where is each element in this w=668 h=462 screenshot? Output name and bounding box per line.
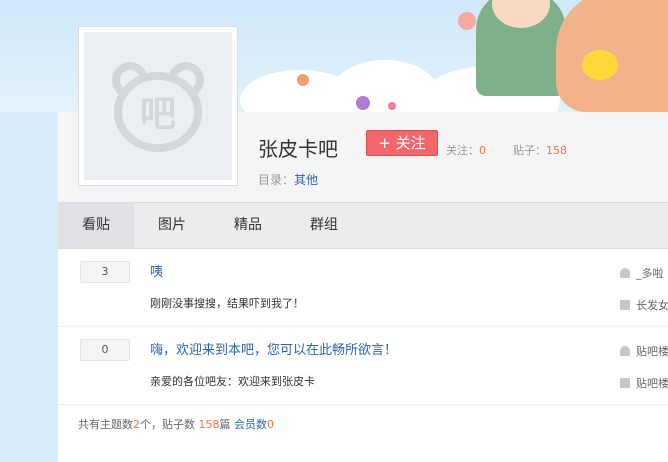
thread-row[interactable]: 0 嗨，欢迎来到本吧，您可以在此畅所欲言！ 亲爱的各位吧友：欢迎来到张皮卡 贴吧…: [58, 327, 668, 405]
tab-posts[interactable]: 看贴: [58, 203, 134, 248]
forum-summary: 共有主题数2个，贴子数 158篇 会员数0: [78, 416, 274, 432]
bear-logo-icon: 吧: [112, 62, 204, 152]
summary-prefix: 共有主题数: [78, 418, 133, 431]
rubber-duck-decoration: [582, 50, 618, 80]
tab-featured[interactable]: 精品: [210, 203, 286, 248]
thread-excerpt: 亲爱的各位吧友：欢迎来到张皮卡: [150, 375, 315, 388]
thread-title[interactable]: 嗨，欢迎来到本吧，您可以在此畅所欲言！: [150, 339, 397, 358]
posts-count: 158: [546, 144, 567, 157]
thread-excerpt: 刚刚没事搜搜，结果吓到我了！: [150, 297, 304, 310]
author-name: _多啦: [636, 267, 664, 280]
followers-stat: 关注：0: [446, 142, 486, 158]
thread-last-reply[interactable]: 长发女: [620, 297, 668, 313]
posts-stat: 贴子：158: [513, 142, 567, 158]
members-label[interactable]: 会员数: [234, 418, 267, 431]
tab-bar: 看贴 图片 精品 群组: [58, 202, 668, 249]
followers-label: 关注：: [446, 144, 479, 157]
post-count: 158: [198, 418, 220, 431]
tab-images[interactable]: 图片: [134, 203, 210, 248]
forum-avatar-frame[interactable]: 吧: [78, 26, 238, 186]
followers-count: 0: [479, 144, 486, 157]
follow-button[interactable]: + 关注: [366, 130, 438, 156]
ornament-dot: [356, 96, 370, 110]
forum-name: 张皮卡吧: [258, 137, 338, 161]
last-reply-name: 贴吧楼: [636, 377, 668, 390]
reply-count: 0: [80, 339, 130, 361]
posts-label: 贴子：: [513, 144, 546, 157]
last-reply-name: 长发女: [636, 299, 668, 312]
thread-author[interactable]: _多啦: [620, 265, 664, 281]
forum-category: 目录：其他: [258, 171, 318, 188]
topics-unit: 个，贴子数: [140, 418, 199, 431]
thread-title[interactable]: 咦: [150, 261, 163, 280]
avatar-glyph: 吧: [140, 94, 176, 135]
thread-last-reply[interactable]: 贴吧楼: [620, 375, 668, 391]
member-count: 0: [267, 418, 274, 431]
ornament-dot: [388, 102, 396, 110]
user-icon: [620, 346, 630, 356]
posts-unit: 篇: [219, 418, 234, 431]
reply-count: 3: [80, 261, 130, 283]
thread-row[interactable]: 3 咦 刚刚没事搜搜，结果吓到我了！ _多啦 长发女: [58, 249, 668, 327]
tab-groups[interactable]: 群组: [286, 203, 362, 248]
user-icon: [620, 268, 630, 278]
comment-icon: [620, 378, 630, 388]
category-label: 目录：: [258, 173, 295, 187]
topic-count: 2: [133, 418, 140, 431]
forum-avatar: 吧: [84, 32, 232, 180]
author-name: 贴吧楼: [636, 345, 668, 358]
category-link[interactable]: 其他: [294, 173, 318, 187]
flower-decoration: [458, 12, 476, 30]
thread-author[interactable]: 贴吧楼: [620, 343, 668, 359]
ornament-dot: [297, 74, 309, 86]
comment-icon: [620, 300, 630, 310]
